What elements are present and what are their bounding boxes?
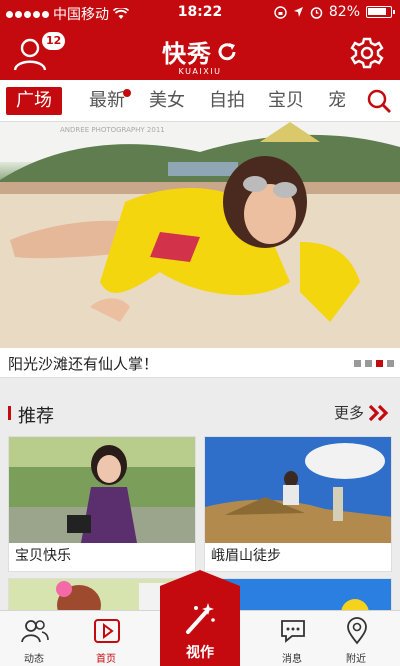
- card-title: 宝贝快乐: [15, 548, 71, 564]
- logo-text: 快秀: [162, 40, 212, 68]
- category-tabs: 广场 最新 美女 自拍 宝贝 宠: [0, 80, 400, 122]
- tab-latest-label: 最新: [89, 90, 125, 111]
- battery-percent: 82%: [328, 4, 360, 20]
- page-dot: [365, 360, 372, 367]
- refresh-icon[interactable]: [216, 41, 238, 63]
- top-bar: 中国移动 18:22 82% 12 快秀 KUAIXIU: [0, 0, 400, 80]
- nav-dynamics-label: 动态: [24, 654, 44, 665]
- card-title: 峨眉山徒步: [211, 548, 281, 564]
- logo-subtext: KUAIXIU: [178, 67, 222, 76]
- location-icon: [293, 7, 303, 17]
- page-dot-active: [376, 360, 383, 367]
- nav-home-label: 首页: [96, 654, 116, 665]
- rotation-lock-icon: [274, 5, 287, 19]
- more-link[interactable]: 更多: [334, 402, 390, 423]
- card-image: [205, 437, 391, 543]
- featured-banner-image[interactable]: ANDREE PHOTOGRAPHY 2011: [0, 122, 400, 348]
- recommend-card[interactable]: 峨眉山徒步: [204, 436, 392, 572]
- recommend-card[interactable]: 宝贝快乐: [8, 436, 196, 572]
- magic-wand-icon: [186, 603, 215, 634]
- double-chevron-right-icon: [368, 404, 389, 421]
- nav-nearby-label: 附近: [346, 654, 366, 665]
- gear-icon[interactable]: [350, 36, 384, 70]
- tab-baby[interactable]: 宝贝: [268, 87, 304, 115]
- alarm-icon: [310, 6, 323, 19]
- section-title: 推荐: [18, 406, 54, 427]
- location-pin-icon: [347, 617, 367, 645]
- app-header: 12 快秀 KUAIXIU: [0, 26, 400, 80]
- nav-home[interactable]: 首页: [76, 611, 136, 666]
- card-image: [9, 437, 195, 543]
- banner-caption-bar: 阳光沙滩还有仙人掌！: [0, 348, 400, 378]
- search-icon[interactable]: [366, 88, 392, 114]
- play-icon: [94, 619, 120, 643]
- banner-watermark: ANDREE PHOTOGRAPHY 2011: [60, 126, 165, 134]
- recommend-header: 推荐 更多: [0, 392, 400, 432]
- battery-icon: [366, 6, 395, 18]
- more-label: 更多: [333, 404, 364, 422]
- nav-messages[interactable]: 消息: [262, 611, 322, 666]
- section-marker: [8, 406, 11, 420]
- nav-nearby[interactable]: 附近: [326, 611, 386, 666]
- nav-messages-label: 消息: [282, 654, 302, 665]
- tab-pet[interactable]: 宠: [328, 87, 346, 115]
- new-dot-indicator: [123, 89, 131, 97]
- banner-caption: 阳光沙滩还有仙人掌！: [8, 355, 159, 373]
- app-screen: 中国移动 18:22 82% 12 快秀 KUAIXIU 广场 最新 美女 自拍…: [0, 0, 400, 666]
- tab-latest[interactable]: 最新: [89, 87, 131, 115]
- message-icon: [281, 620, 305, 643]
- app-logo: 快秀 KUAIXIU: [0, 34, 400, 76]
- nav-create-label: 视作: [186, 645, 214, 661]
- page-dot: [354, 360, 361, 367]
- tab-beauty[interactable]: 美女: [149, 87, 185, 115]
- page-dot: [387, 360, 394, 367]
- status-bar: 中国移动 18:22 82%: [0, 0, 400, 26]
- tab-selfie[interactable]: 自拍: [209, 87, 245, 115]
- people-icon: [21, 620, 49, 643]
- banner-page-indicator: [354, 360, 394, 367]
- tab-square[interactable]: 广场: [6, 87, 62, 115]
- nav-dynamics[interactable]: 动态: [4, 611, 64, 666]
- nav-create-button[interactable]: 视作: [160, 570, 240, 666]
